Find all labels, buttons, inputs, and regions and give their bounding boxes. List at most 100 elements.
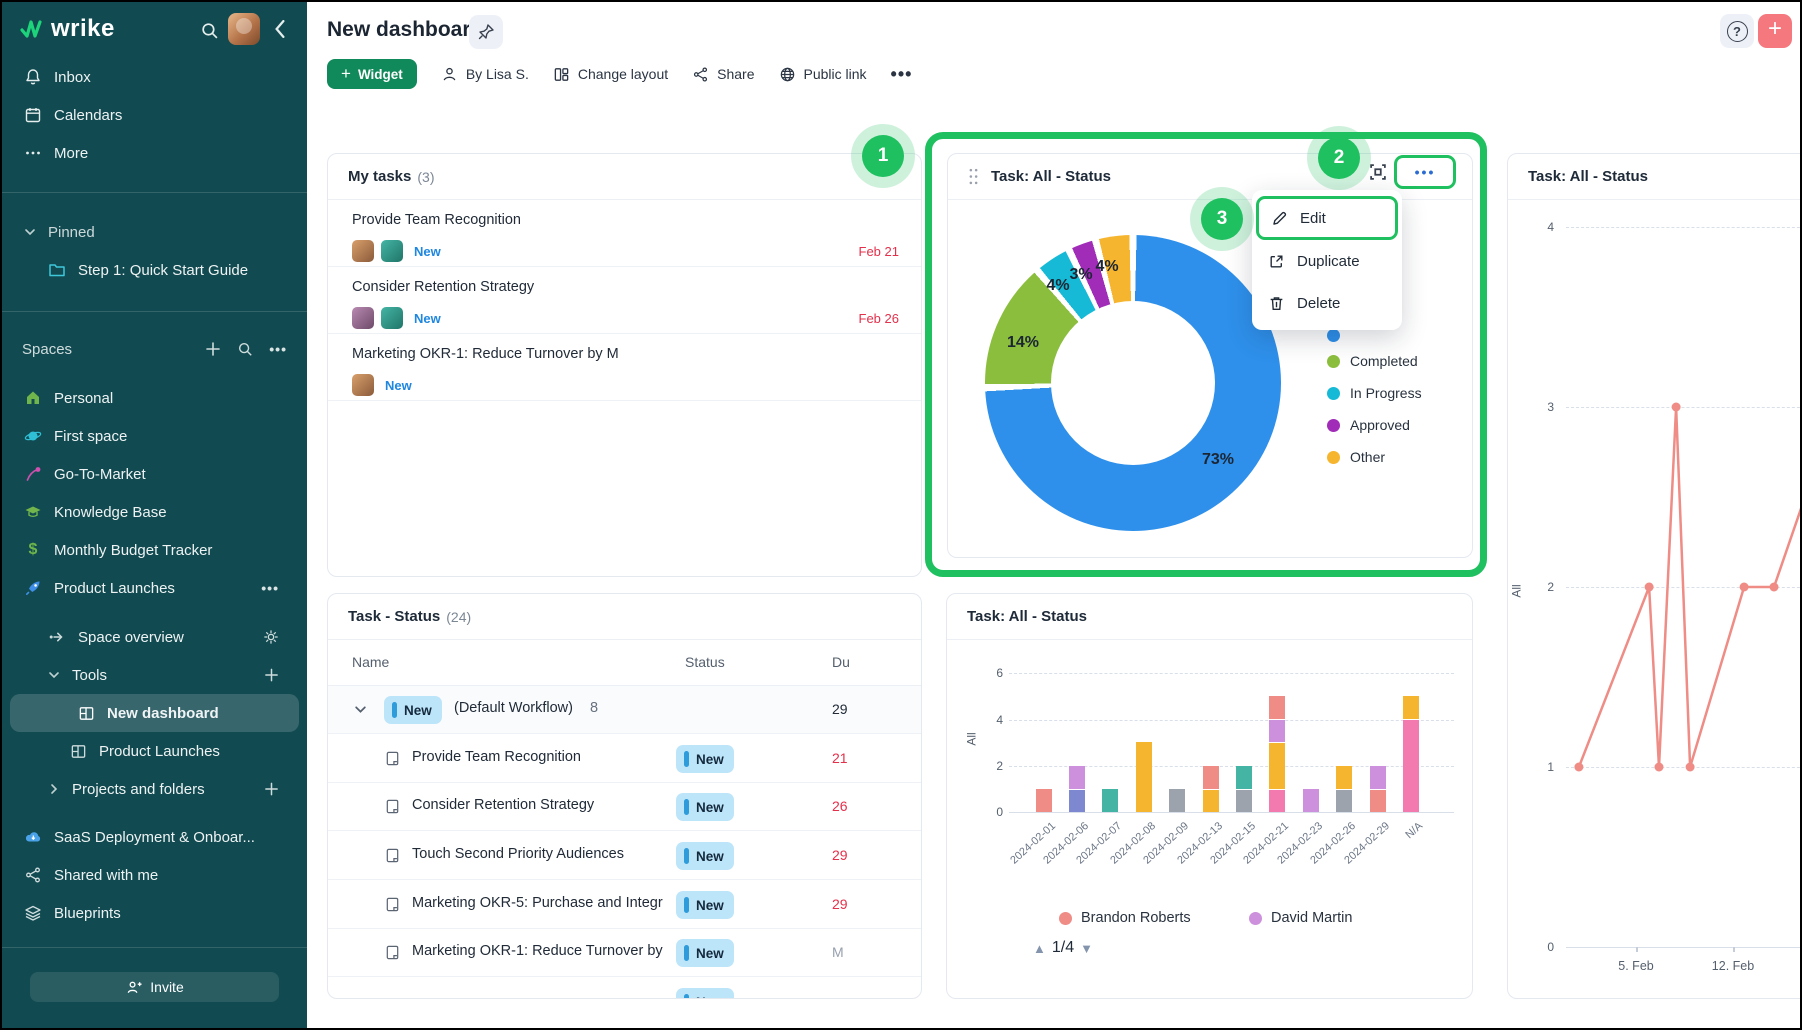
sidebar-item-quick-start-guide[interactable]: Step 1: Quick Start Guide [2, 251, 307, 289]
task-name[interactable]: Touch Second Priority Audiences [412, 846, 624, 862]
page-up-icon[interactable]: ▲ [1033, 941, 1046, 956]
legend-label: David Martin [1271, 910, 1352, 926]
gear-icon[interactable] [263, 629, 279, 645]
task-name[interactable]: Consider Retention Strategy [412, 797, 594, 813]
sidebar-item-label: Knowledge Base [54, 504, 167, 521]
sidebar-item-inbox[interactable]: Inbox [2, 58, 307, 96]
legend-item-approved[interactable]: Approved [1327, 417, 1410, 433]
task-status[interactable]: New [414, 244, 441, 259]
legend-item-completed[interactable]: Completed [1327, 353, 1418, 369]
avatar [381, 240, 403, 262]
sidebar-item-space-overview[interactable]: Space overview [2, 618, 307, 656]
sidebar-item-product-launches-dashboard[interactable]: Product Launches [2, 732, 307, 770]
change-layout-button[interactable]: Change layout [553, 66, 668, 83]
table-row[interactable]: Marketing OKR-1: Reduce Turnover by New … [328, 929, 921, 977]
table-row[interactable]: Marketing OKR-5: Purchase and Integr New… [328, 881, 921, 929]
page-indicator: 1/4 [1052, 939, 1074, 957]
widget-count: (3) [417, 169, 434, 185]
page-title: New dashboard [327, 18, 483, 42]
add-tool-icon[interactable] [264, 668, 279, 683]
sidebar-space-monthly-budget-tracker[interactable]: $ Monthly Budget Tracker [2, 531, 307, 569]
bar-segment [1269, 743, 1285, 788]
add-widget-button[interactable]: + Widget [327, 59, 417, 89]
sidebar-item-new-dashboard[interactable]: New dashboard [10, 694, 299, 732]
column-header-due[interactable]: Du [832, 654, 850, 670]
sidebar-section-tools[interactable]: Tools [2, 656, 307, 694]
sidebar-item-shared-with-me[interactable]: Shared with me [2, 856, 307, 894]
sidebar-item-more[interactable]: More [2, 134, 307, 172]
legend-label: Approved [1350, 417, 1410, 433]
table-row[interactable]: Provide Team Recognition New 21 [328, 735, 921, 783]
bar-segment [1169, 789, 1185, 812]
task-name[interactable]: Provide Team Recognition [352, 212, 521, 228]
menu-item-delete[interactable]: Delete [1252, 282, 1402, 324]
task-row[interactable]: Provide Team Recognition New Feb 21 [328, 200, 921, 267]
task-name[interactable]: Marketing OKR-1: Reduce Turnover by M [352, 346, 619, 362]
create-button[interactable]: + [1758, 14, 1792, 48]
sidebar-item-saas-deployment[interactable]: SaaS Deployment & Onboar... [2, 818, 307, 856]
sidebar-space-personal[interactable]: Personal [2, 379, 307, 417]
author-button[interactable]: By Lisa S. [441, 66, 529, 83]
table-row[interactable]: Touch Second Priority Audiences New 29 [328, 832, 921, 880]
share-button[interactable]: Share [692, 66, 754, 83]
sidebar-space-first-space[interactable]: First space [2, 417, 307, 455]
sidebar-item-label: Product Launches [54, 580, 175, 597]
task-status[interactable]: New [385, 378, 412, 393]
expand-icon[interactable] [1367, 161, 1389, 183]
legend-item-david-martin[interactable]: David Martin [1249, 910, 1352, 926]
bar-segment [1069, 766, 1085, 789]
task-name[interactable]: Marketing OKR-5: Purchase and Integr [412, 895, 663, 911]
spaces-more-icon[interactable]: ••• [269, 341, 287, 357]
search-icon[interactable] [200, 21, 219, 40]
add-space-icon[interactable] [205, 341, 221, 357]
table-row[interactable]: Consider Retention Strategy New 26 [328, 783, 921, 831]
drag-handle-icon[interactable] [968, 168, 979, 185]
collapse-sidebar-icon[interactable] [274, 20, 286, 38]
table-row-partial[interactable]: New [328, 978, 921, 999]
pinned-section-toggle[interactable]: Pinned [2, 213, 307, 251]
search-spaces-icon[interactable] [237, 341, 253, 357]
wrike-logo[interactable]: wrike [18, 15, 115, 43]
sidebar-space-knowledge-base[interactable]: Knowledge Base [2, 493, 307, 531]
widget-more-button[interactable]: ••• [1394, 155, 1456, 189]
y-tick: 3 [1526, 400, 1554, 414]
status-badge[interactable]: New [676, 939, 734, 967]
sidebar-space-go-to-market[interactable]: Go-To-Market [2, 455, 307, 493]
invite-button[interactable]: Invite [30, 972, 279, 1002]
task-name[interactable]: Consider Retention Strategy [352, 279, 534, 295]
legend-item-brandon-roberts[interactable]: Brandon Roberts [1059, 910, 1191, 926]
status-badge[interactable]: New [676, 842, 734, 870]
public-link-button[interactable]: Public link [779, 66, 867, 83]
divider [2, 192, 307, 193]
help-button[interactable]: ? [1720, 14, 1754, 48]
space-more-icon[interactable]: ••• [261, 580, 279, 596]
task-row[interactable]: Marketing OKR-1: Reduce Turnover by M Ne… [328, 334, 921, 401]
task-row[interactable]: Consider Retention Strategy New Feb 26 [328, 267, 921, 334]
menu-item-duplicate[interactable]: Duplicate [1252, 240, 1402, 282]
user-avatar[interactable] [228, 13, 260, 45]
bar-segment [1336, 766, 1352, 789]
page-down-icon[interactable]: ▼ [1080, 941, 1093, 956]
pin-dashboard-button[interactable] [469, 15, 503, 49]
chevron-down-icon[interactable] [354, 703, 367, 716]
legend-item-in-progress[interactable]: In Progress [1327, 385, 1422, 401]
legend-item-other[interactable]: Other [1327, 449, 1385, 465]
task-name[interactable]: Provide Team Recognition [412, 749, 581, 765]
sidebar-item-calendars[interactable]: Calendars [2, 96, 307, 134]
sidebar-item-label: Inbox [54, 69, 91, 86]
menu-item-edit[interactable]: Edit [1256, 196, 1398, 240]
column-header-name[interactable]: Name [352, 654, 389, 670]
sidebar-space-product-launches[interactable]: Product Launches ••• [2, 569, 307, 607]
main-content: New dashboard + Widget By Lisa S. Change… [307, 2, 1800, 1028]
status-badge[interactable]: New [676, 891, 734, 919]
toolbar-more-icon[interactable]: ••• [891, 64, 913, 85]
column-header-status[interactable]: Status [685, 654, 725, 670]
sidebar-section-projects-and-folders[interactable]: Projects and folders [2, 770, 307, 808]
status-badge[interactable]: New [676, 793, 734, 821]
sidebar-item-blueprints[interactable]: Blueprints [2, 894, 307, 932]
status-badge[interactable]: New [676, 745, 734, 773]
task-name[interactable]: Marketing OKR-1: Reduce Turnover by [412, 943, 663, 959]
table-group-row[interactable]: New (Default Workflow) 8 29 [328, 686, 921, 734]
add-project-icon[interactable] [264, 782, 279, 797]
task-status[interactable]: New [414, 311, 441, 326]
